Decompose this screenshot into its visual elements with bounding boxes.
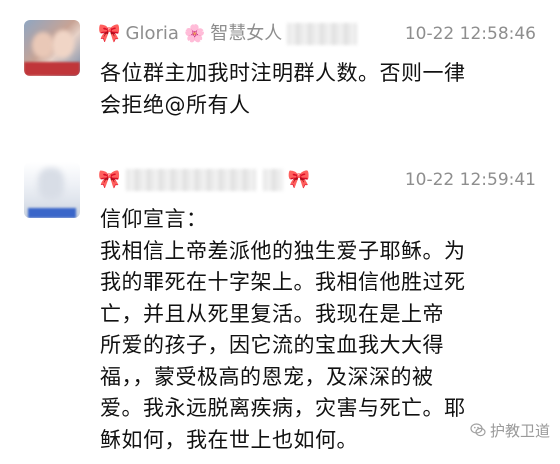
- wechat-logo-icon: [470, 423, 486, 437]
- avatar-blurred-face: [32, 32, 54, 58]
- watermark-text: 护教卫道: [489, 422, 550, 440]
- message-timestamp: 10-22 12:59:41: [404, 170, 536, 190]
- watermark: 护教卫道: [470, 422, 550, 440]
- avatar-blurred-face: [38, 168, 64, 200]
- sender-group-name[interactable]: 智慧女人: [210, 20, 282, 48]
- avatar-clothing: [28, 208, 76, 218]
- sender-name[interactable]: Gloria: [126, 20, 179, 48]
- pink-flower-icon: 🌸: [184, 24, 206, 44]
- ribbon-bow-icon: 🎀: [98, 169, 121, 190]
- message-text: 各位群主加我时注明群人数。否则一律 会拒绝@所有人: [100, 61, 466, 117]
- avatar[interactable]: [24, 20, 80, 76]
- message-timestamp: 10-22 12:58:46: [404, 24, 536, 44]
- redacted-name-blur: [125, 169, 256, 191]
- message-header: 🎀 🎀 10-22 12:59:41: [98, 166, 536, 194]
- message-header: 🎀 Gloria 🌸 智慧女人 10-22 12:58:46: [98, 20, 536, 48]
- redacted-name-blur: [287, 23, 358, 45]
- message-text: 信仰宣言： 我相信上帝差派他的独生爱子耶稣。为 我的罪死在十字架上。我相信他胜过…: [100, 207, 466, 452]
- avatar-clothing: [24, 62, 80, 76]
- ribbon-bow-icon: 🎀: [287, 169, 311, 190]
- redacted-name-blur: [262, 169, 283, 191]
- avatar-blurred-face: [52, 30, 74, 58]
- ribbon-bow-icon: 🎀: [98, 23, 121, 44]
- avatar[interactable]: [24, 162, 80, 218]
